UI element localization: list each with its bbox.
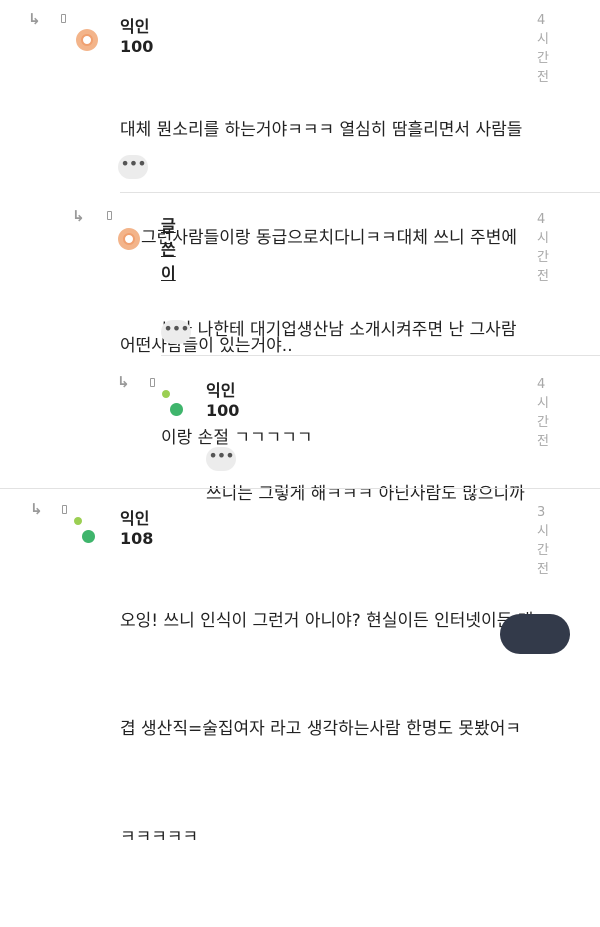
divider <box>0 488 600 489</box>
reply-arrow-icon: ↳ <box>28 10 41 28</box>
comment-time: 4시간전 <box>537 212 549 284</box>
comment-time: 4시간전 <box>537 377 549 449</box>
comment-line: 오잉! 쓰니 인식이 그런거 아니야? 현실이든 인터넷이든 대 <box>120 611 534 631</box>
divider <box>120 192 600 193</box>
small-menu-icon <box>62 505 67 514</box>
avatar <box>170 403 183 416</box>
avatar <box>74 517 82 525</box>
more-options-button[interactable]: ••• <box>161 320 191 344</box>
small-menu-icon <box>61 14 66 23</box>
avatar <box>76 29 98 51</box>
reply-arrow-icon: ↳ <box>117 373 130 391</box>
comment-time: 3시간전 <box>537 505 549 577</box>
reply-arrow-icon: ↳ <box>30 500 43 518</box>
avatar <box>82 530 95 543</box>
comment-line: 누가 나한테 대기업생산남 소개시켜주면 난 그사람 <box>161 320 517 340</box>
avatar <box>162 390 170 398</box>
comment-line: 대체 뭔소리를 하는거야ㅋㅋㅋ 열심히 땀흘리면서 사람들 <box>120 120 523 140</box>
comment-line: 겹 생산직=술집여자 라고 생각하는사람 한명도 못봤어ㅋ <box>120 719 521 739</box>
comment-line: ㅋㅋㅋㅋㅋ <box>120 827 199 847</box>
comment-line: 쓰니는 그렇게 해ㅋㅋㅋ 아닌사람도 많으니까 <box>206 484 525 504</box>
avatar <box>118 228 140 250</box>
comment-time: 4시간전 <box>537 13 549 85</box>
small-menu-icon <box>150 378 155 387</box>
small-menu-icon <box>107 211 112 220</box>
comment-body: 오잉! 쓰니 인식이 그런거 아니야? 현실이든 인터넷이든 대 겹 생산직=술… <box>120 531 533 927</box>
floating-action-button[interactable] <box>500 614 570 654</box>
more-options-button[interactable]: ••• <box>118 155 148 179</box>
more-options-button[interactable]: ••• <box>206 447 236 471</box>
reply-arrow-icon: ↳ <box>72 207 85 225</box>
divider <box>161 355 600 356</box>
